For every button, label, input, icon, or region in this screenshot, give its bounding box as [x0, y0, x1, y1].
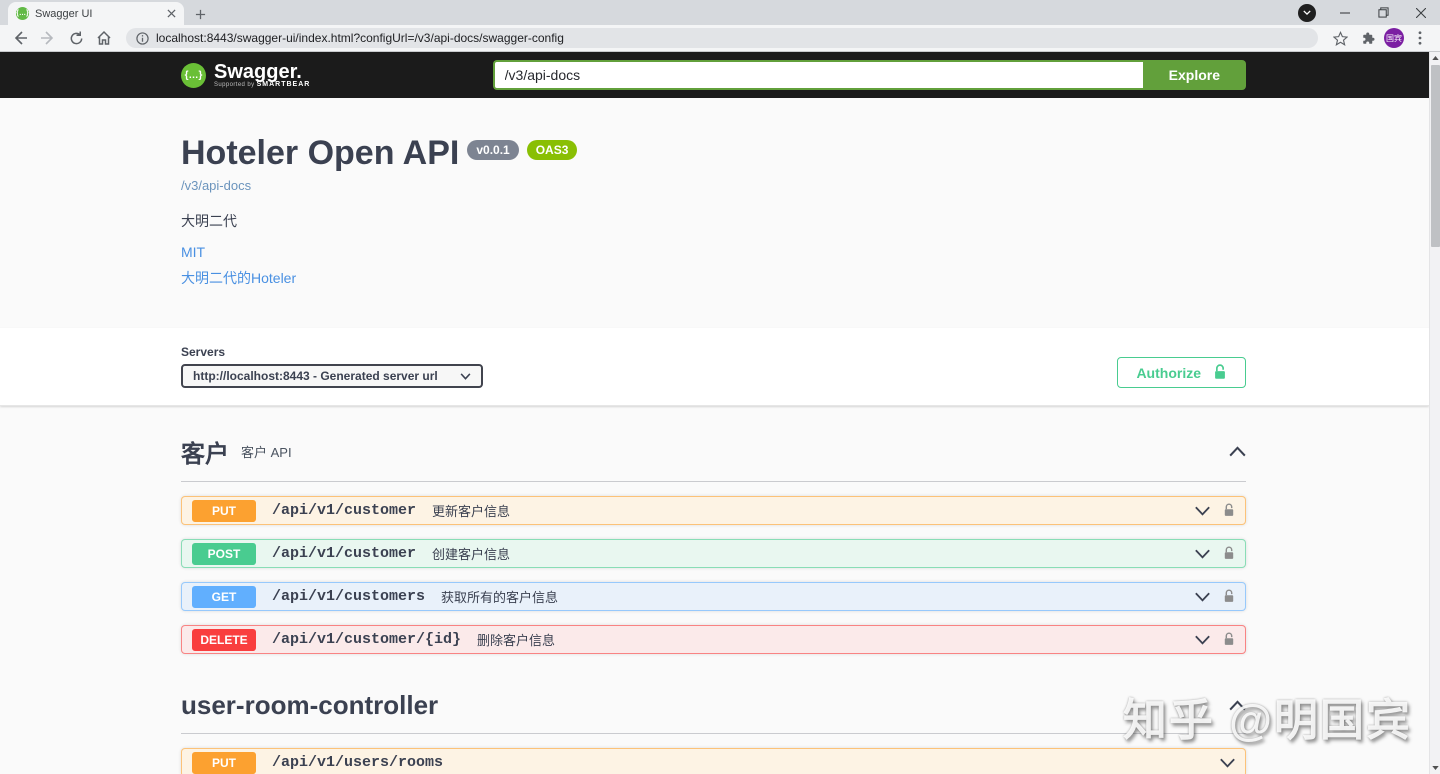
unlock-icon[interactable] — [1223, 589, 1235, 604]
operation-summary: 更新客户信息 — [432, 501, 510, 520]
api-description: 大明二代 — [181, 211, 1246, 231]
forward-button[interactable] — [36, 26, 60, 50]
unlock-icon — [1213, 364, 1227, 381]
section-header-customer[interactable]: 客户 客户 API — [181, 428, 1246, 482]
contact-link[interactable]: 大明二代的Hoteler — [181, 268, 296, 288]
servers-select[interactable]: http://localhost:8443 - Generated server… — [181, 364, 483, 388]
version-badge: v0.0.1 — [467, 140, 518, 160]
expand-operation-icon[interactable] — [1195, 549, 1210, 559]
section-subtitle: 客户 API — [241, 442, 292, 461]
base-url-link[interactable]: /v3/api-docs — [181, 178, 251, 193]
browser-titlebar: {…} Swagger UI — [0, 0, 1440, 25]
unlock-icon[interactable] — [1223, 503, 1235, 518]
collapse-section-icon[interactable] — [1229, 700, 1246, 711]
page-title: Hoteler Open API — [181, 134, 459, 172]
unlock-icon[interactable] — [1223, 546, 1235, 561]
expand-operation-icon[interactable] — [1195, 506, 1210, 516]
section-title: user-room-controller — [181, 690, 438, 721]
operation-row[interactable]: GET /api/v1/customers 获取所有的客户信息 — [181, 582, 1246, 611]
restore-button[interactable] — [1364, 0, 1402, 25]
home-button[interactable] — [92, 26, 116, 50]
method-badge: DELETE — [192, 629, 256, 651]
operation-path: /api/v1/users/rooms — [272, 754, 443, 771]
close-icon — [1416, 8, 1426, 18]
brand-sub-name: SMARTBEAR — [257, 81, 311, 88]
close-window-button[interactable] — [1402, 0, 1440, 25]
explore-button[interactable]: Explore — [1143, 60, 1246, 90]
page-scrollbar[interactable] — [1429, 52, 1440, 774]
section-header-user-room-controller[interactable]: user-room-controller — [181, 684, 1246, 734]
method-badge: POST — [192, 543, 256, 565]
expand-operation-icon[interactable] — [1220, 758, 1235, 768]
collapse-section-icon[interactable] — [1229, 446, 1246, 457]
brand-sub-prefix: Supported by — [214, 82, 255, 88]
operation-row[interactable]: PUT /api/v1/customer 更新客户信息 — [181, 496, 1246, 525]
kebab-menu-icon — [1418, 31, 1422, 45]
operation-summary: 获取所有的客户信息 — [441, 587, 558, 606]
browser-tab[interactable]: {…} Swagger UI — [8, 2, 184, 25]
tab-close-icon[interactable] — [167, 9, 176, 18]
back-arrow-icon — [12, 30, 28, 46]
unlock-icon[interactable] — [1223, 632, 1235, 647]
forward-arrow-icon — [40, 30, 56, 46]
address-bar[interactable]: localhost:8443/swagger-ui/index.html?con… — [126, 28, 1318, 48]
minimize-icon — [1340, 8, 1350, 18]
operation-row[interactable]: DELETE /api/v1/customer/{id} 删除客户信息 — [181, 625, 1246, 654]
minimize-button[interactable] — [1326, 0, 1364, 25]
reload-icon — [69, 31, 84, 46]
restore-icon — [1378, 7, 1389, 18]
scrollbar-thumb[interactable] — [1431, 65, 1440, 247]
chevron-down-icon — [460, 373, 471, 380]
scheme-container: Servers http://localhost:8443 - Generate… — [0, 328, 1429, 406]
servers-label: Servers — [181, 345, 483, 359]
star-icon — [1333, 31, 1348, 46]
puzzle-icon — [1361, 31, 1376, 46]
authorize-label: Authorize — [1136, 365, 1201, 381]
page-viewport: {…} Swagger. Supported by SMARTBEAR Expl… — [0, 52, 1440, 774]
license-link[interactable]: MIT — [181, 244, 205, 260]
operation-summary: 创建客户信息 — [432, 544, 510, 563]
chevron-down-icon — [1303, 10, 1311, 15]
operations-list: 客户 客户 API PUT /api/v1/customer 更新客户信息 PO… — [181, 406, 1246, 774]
operation-path: /api/v1/customers — [272, 588, 425, 605]
method-badge: GET — [192, 586, 256, 608]
plus-icon — [195, 9, 206, 20]
operation-path: /api/v1/customer — [272, 502, 416, 519]
operation-path: /api/v1/customer/{id} — [272, 631, 461, 648]
profile-avatar[interactable]: 国宾 — [1384, 28, 1404, 48]
new-tab-button[interactable] — [188, 4, 212, 24]
reload-button[interactable] — [64, 26, 88, 50]
operation-row[interactable]: POST /api/v1/customer 创建客户信息 — [181, 539, 1246, 568]
url-text: localhost:8443/swagger-ui/index.html?con… — [156, 31, 564, 45]
media-controls-icon[interactable] — [1298, 4, 1316, 22]
operation-summary: 删除客户信息 — [477, 630, 555, 649]
server-selected-option: http://localhost:8443 - Generated server… — [193, 369, 438, 383]
swagger-topbar: {…} Swagger. Supported by SMARTBEAR Expl… — [0, 52, 1429, 98]
spec-url-input[interactable] — [493, 60, 1143, 90]
scroll-down-icon[interactable] — [1432, 762, 1439, 774]
scroll-up-icon[interactable] — [1432, 52, 1439, 64]
oas3-badge: OAS3 — [527, 140, 578, 160]
extensions-button[interactable] — [1356, 26, 1380, 50]
browser-toolbar: localhost:8443/swagger-ui/index.html?con… — [0, 25, 1440, 52]
operation-path: /api/v1/customer — [272, 545, 416, 562]
back-button[interactable] — [8, 26, 32, 50]
method-badge: PUT — [192, 752, 256, 774]
section-title: 客户 — [181, 434, 229, 469]
authorize-button[interactable]: Authorize — [1117, 357, 1246, 388]
info-section: Hoteler Open API v0.0.1 OAS3 /v3/api-doc… — [0, 98, 1429, 328]
home-icon — [96, 30, 112, 46]
swagger-logo-icon: {…} — [181, 63, 206, 88]
swagger-logo: {…} Swagger. Supported by SMARTBEAR — [181, 63, 310, 88]
swagger-favicon-icon: {…} — [16, 7, 29, 20]
page-info-icon[interactable] — [136, 32, 149, 45]
bookmark-button[interactable] — [1328, 26, 1352, 50]
browser-menu-button[interactable] — [1408, 26, 1432, 50]
expand-operation-icon[interactable] — [1195, 592, 1210, 602]
tab-title: Swagger UI — [35, 8, 161, 20]
brand-name: Swagger. — [214, 63, 310, 81]
operation-row[interactable]: PUT /api/v1/users/rooms — [181, 748, 1246, 774]
method-badge: PUT — [192, 500, 256, 522]
expand-operation-icon[interactable] — [1195, 635, 1210, 645]
